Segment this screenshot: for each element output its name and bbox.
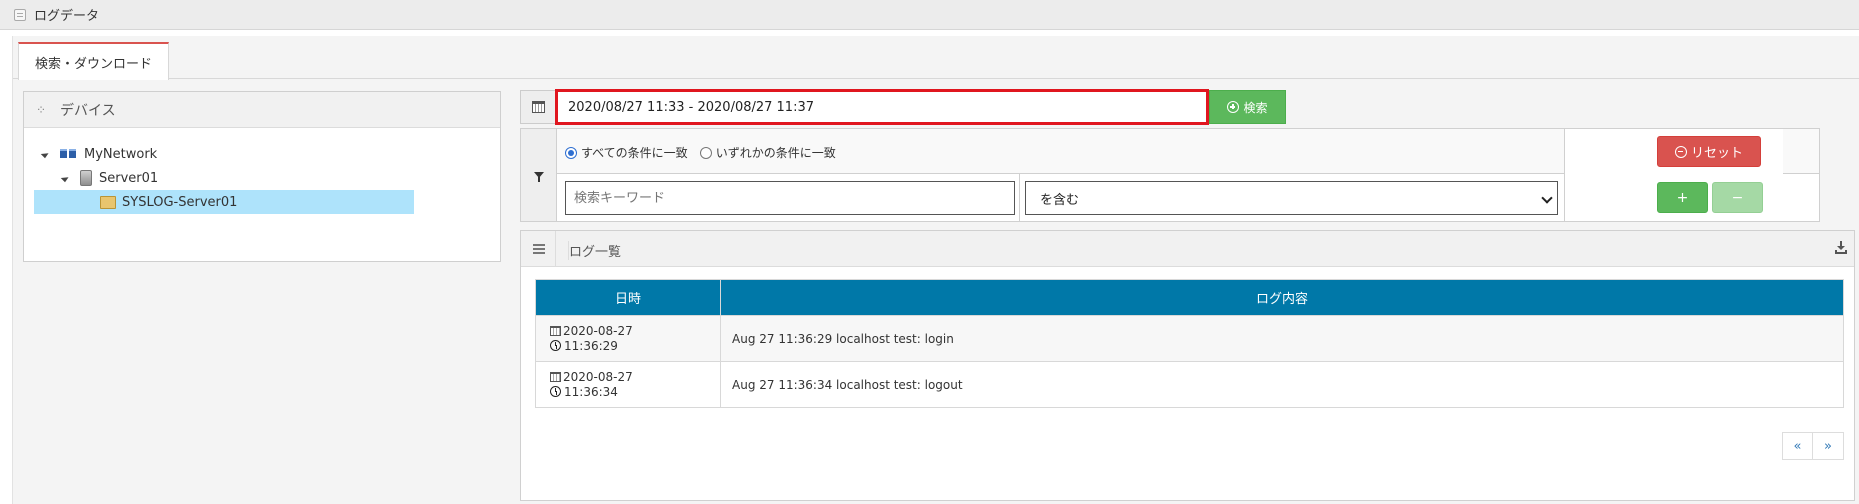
device-panel-header: ⁘ デバイス bbox=[24, 92, 500, 128]
page-title: ログデータ bbox=[34, 9, 100, 24]
server-icon bbox=[80, 170, 92, 186]
radio-match-any-label: いずれかの条件に一致 bbox=[715, 146, 836, 160]
device-panel: ⁘ デバイス MyNetwork Server01 SYSLOG-Server0… bbox=[23, 91, 501, 262]
top-bar: ログデータ bbox=[0, 0, 1859, 30]
clock-icon bbox=[550, 385, 561, 397]
network-icon bbox=[60, 149, 78, 159]
plus-circle-icon bbox=[1227, 101, 1240, 113]
search-button-label: 検索 bbox=[1243, 100, 1268, 115]
condition-select[interactable]: を含む bbox=[1025, 181, 1558, 215]
chevron-down-icon bbox=[1541, 192, 1553, 204]
log-message: Aug 27 11:36:34 localhost test: logout bbox=[720, 361, 1844, 408]
actions-cell: リセット + − bbox=[1564, 129, 1783, 221]
log-message: Aug 27 11:36:29 localhost test: login bbox=[720, 315, 1844, 362]
reset-button-label: リセット bbox=[1690, 146, 1743, 161]
filter-addon bbox=[521, 129, 557, 221]
calendar-addon bbox=[520, 90, 555, 124]
table-row[interactable]: 2020-08-27 11:36:34 Aug 27 11:36:34 loca… bbox=[535, 361, 1844, 408]
datetime-cell: 2020-08-27 11:36:29 bbox=[535, 315, 721, 362]
tab-search-download[interactable]: 検索・ダウンロード bbox=[18, 42, 170, 80]
expand-triangle-icon[interactable] bbox=[40, 149, 50, 159]
tree-node-label: Server01 bbox=[99, 170, 159, 186]
log-date: 2020-08-27 bbox=[563, 369, 633, 384]
log-table: 日時 ログ内容 2020-08-27 11:36:29 Aug 27 11:36… bbox=[535, 279, 1844, 408]
minus-circle-icon bbox=[1674, 145, 1687, 158]
table-header-row: 日時 ログ内容 bbox=[535, 279, 1844, 316]
spinner-icon: ⁘ bbox=[36, 102, 47, 117]
condition-select-value: を含む bbox=[1040, 192, 1080, 208]
log-time: 11:36:34 bbox=[564, 384, 618, 399]
pagination: « » bbox=[1782, 432, 1844, 460]
radio-dot[interactable] bbox=[699, 146, 712, 159]
tab-bar: 検索・ダウンロード bbox=[13, 36, 1859, 80]
device-tree: MyNetwork Server01 SYSLOG-Server01 bbox=[24, 128, 500, 214]
datetime-cell: 2020-08-27 11:36:34 bbox=[535, 361, 721, 408]
search-button[interactable]: 検索 bbox=[1209, 90, 1286, 124]
next-page-button[interactable]: » bbox=[1813, 432, 1844, 460]
column-header-content[interactable]: ログ内容 bbox=[720, 279, 1844, 316]
calendar-icon bbox=[531, 101, 545, 113]
radio-match-all-label: すべての条件に一致 bbox=[581, 146, 688, 160]
radio-match-any[interactable]: いずれかの条件に一致 bbox=[699, 144, 836, 161]
remove-condition-button[interactable]: − bbox=[1712, 182, 1763, 213]
log-date: 2020-08-27 bbox=[563, 323, 633, 338]
log-list-panel: ログ一覧 日時 ログ内容 2020-08-27 11:36:29 Aug 27 … bbox=[520, 230, 1855, 501]
divider bbox=[1019, 174, 1020, 221]
divider bbox=[555, 231, 556, 267]
add-condition-button[interactable]: + bbox=[1657, 182, 1708, 213]
tree-node-mynetwork[interactable]: MyNetwork bbox=[24, 142, 500, 166]
page-icon bbox=[14, 8, 26, 21]
log-list-header: ログ一覧 bbox=[521, 231, 1854, 267]
download-icon[interactable] bbox=[1835, 241, 1847, 255]
radio-match-all[interactable]: すべての条件に一致 bbox=[565, 144, 688, 161]
log-time: 11:36:29 bbox=[564, 338, 618, 353]
device-panel-title: デバイス bbox=[60, 102, 116, 119]
date-range-input[interactable]: 2020/08/27 11:33 - 2020/08/27 11:37 bbox=[555, 89, 1209, 125]
match-mode-radios: すべての条件に一致 いずれかの条件に一致 bbox=[565, 144, 836, 161]
list-icon bbox=[533, 244, 545, 254]
tree-node-syslog-server01[interactable]: SYSLOG-Server01 bbox=[34, 190, 414, 214]
tree-node-label: SYSLOG-Server01 bbox=[122, 194, 238, 210]
radio-dot[interactable] bbox=[565, 146, 577, 159]
prev-page-button[interactable]: « bbox=[1782, 432, 1813, 460]
column-header-datetime[interactable]: 日時 bbox=[535, 279, 721, 316]
filter-icon bbox=[533, 172, 544, 182]
reset-button[interactable]: リセット bbox=[1657, 136, 1761, 167]
clock-icon bbox=[550, 339, 561, 351]
log-list-title: ログ一覧 bbox=[568, 241, 621, 260]
filter-panel: すべての条件に一致 いずれかの条件に一致 を含む リセット + − bbox=[520, 128, 1820, 222]
calendar-icon bbox=[550, 371, 561, 382]
expand-triangle-icon[interactable] bbox=[60, 173, 70, 183]
tree-node-server01[interactable]: Server01 bbox=[24, 166, 500, 190]
calendar-icon bbox=[550, 325, 561, 336]
table-row[interactable]: 2020-08-27 11:36:29 Aug 27 11:36:29 loca… bbox=[535, 315, 1844, 362]
keyword-input[interactable] bbox=[565, 181, 1015, 215]
folder-icon bbox=[100, 195, 116, 209]
tree-node-label: MyNetwork bbox=[84, 146, 158, 162]
